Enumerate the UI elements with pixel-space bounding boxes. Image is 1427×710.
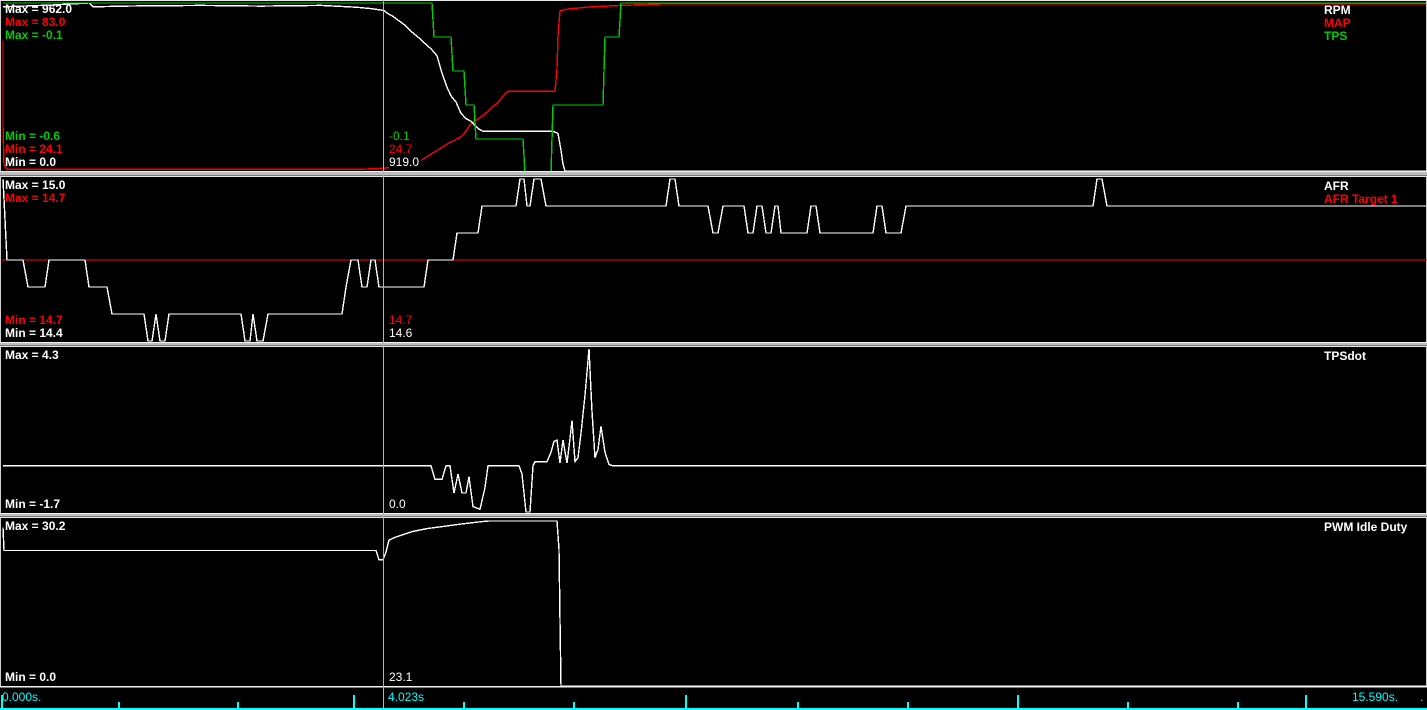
panel-divider[interactable] [0, 513, 1427, 517]
cursor-value: 919.0 [389, 155, 422, 169]
time-tick [797, 702, 799, 708]
cursor-values: 0.0 [389, 498, 408, 511]
legend-items: AFR AFR Target 1 [1324, 180, 1398, 206]
cursor-value: 14.6 [389, 326, 415, 340]
time-cursor-line[interactable] [383, 0, 384, 708]
max-label: Max = 14.7 [5, 191, 66, 205]
chart-panel-rpm-map-tps[interactable]: Max = 962.0 Max = 83.0 Max = -0.1 Min = -0.… [0, 0, 1427, 172]
max-labels: Max = 4.3 [5, 349, 59, 362]
plot-rpm-map-tps [2, 2, 1426, 172]
time-tick [685, 695, 687, 708]
max-labels: Max = 962.0 Max = 83.0 Max = -0.1 [5, 3, 72, 42]
time-tick [573, 702, 575, 708]
min-label: Min = -1.7 [5, 497, 61, 511]
time-tick [463, 702, 465, 708]
time-tick [907, 702, 909, 708]
time-end-clipped-label: . [1420, 690, 1424, 704]
plot-afr [2, 178, 1427, 342]
time-tick [1017, 695, 1019, 708]
plot-pwm-idle-duty [2, 520, 1426, 687]
min-labels: Min = -1.7 [5, 498, 60, 511]
cursor-value: 23.1 [389, 670, 415, 684]
cursor-values: -0.1 24.7 919.0 [389, 130, 422, 169]
chart-panel-afr[interactable]: Max = 15.0 Max = 14.7 Min = 14.7 Min = 14.4… [0, 176, 1427, 342]
panel-divider[interactable] [0, 171, 1427, 176]
legend-items: RPM MAP TPS [1324, 4, 1351, 43]
cursor-value: 0.0 [389, 497, 408, 511]
time-tick [1305, 695, 1307, 708]
time-tick [1237, 702, 1239, 708]
chart-panel-pwm-idle-duty[interactable]: Max = 30.2 Min = 0.0 23.1 PWM Idle Duty [0, 517, 1427, 687]
min-labels: Min = 0.0 [5, 671, 56, 684]
legend-item: PWM Idle Duty [1324, 520, 1408, 534]
time-tick [353, 695, 355, 708]
min-label: Min = 0.0 [5, 670, 57, 684]
plot-tpsdot [3, 348, 1426, 513]
max-label: Max = 4.3 [5, 348, 59, 362]
log-viewer-window: Max = 962.0 Max = 83.0 Max = -0.1 Min = -0.… [0, 0, 1427, 710]
time-end-label: 15.590s. [1352, 690, 1399, 704]
time-cursor-label: 4.023s [388, 690, 425, 704]
max-labels: Max = 15.0 Max = 14.7 [5, 179, 65, 205]
series-rpm [2, 2, 1426, 172]
panel-divider[interactable] [0, 342, 1427, 346]
time-start-label: 0.000s. [2, 690, 42, 704]
min-labels: Min = 14.7 Min = 14.4 [5, 314, 63, 340]
series-map [2, 3, 1426, 171]
max-labels: Max = 30.2 [5, 520, 65, 533]
legend-items: PWM Idle Duty [1324, 521, 1407, 534]
min-labels: Min = -0.6 Min = 24.1 Min = 0.0 [5, 130, 63, 169]
legend-item: AFR Target 1 [1324, 192, 1398, 206]
series-pwm-idle-duty [2, 520, 1426, 687]
cursor-values: 23.1 [389, 670, 415, 684]
series-tpsdot [3, 348, 1426, 513]
cursor-values: 14.7 14.6 [389, 314, 415, 340]
chart-panel-tpsdot[interactable]: Max = 4.3 Min = -1.7 0.0 TPSdot [0, 346, 1427, 513]
time-tick [237, 702, 239, 708]
series-tps [3, 2, 1426, 172]
max-label: Max = 30.2 [5, 519, 66, 533]
legend-item: TPS [1324, 29, 1348, 43]
time-tick [1127, 702, 1129, 708]
time-tick [118, 702, 120, 708]
time-axis[interactable]: 0.000s. 4.023s 15.590s. . [0, 688, 1427, 710]
max-label: Max = -0.1 [5, 28, 63, 42]
min-label: Min = 14.4 [5, 326, 63, 340]
min-label: Min = 0.0 [5, 155, 57, 169]
legend-item: TPSdot [1324, 349, 1366, 363]
time-tick [1, 695, 3, 708]
legend-items: TPSdot [1324, 350, 1366, 363]
